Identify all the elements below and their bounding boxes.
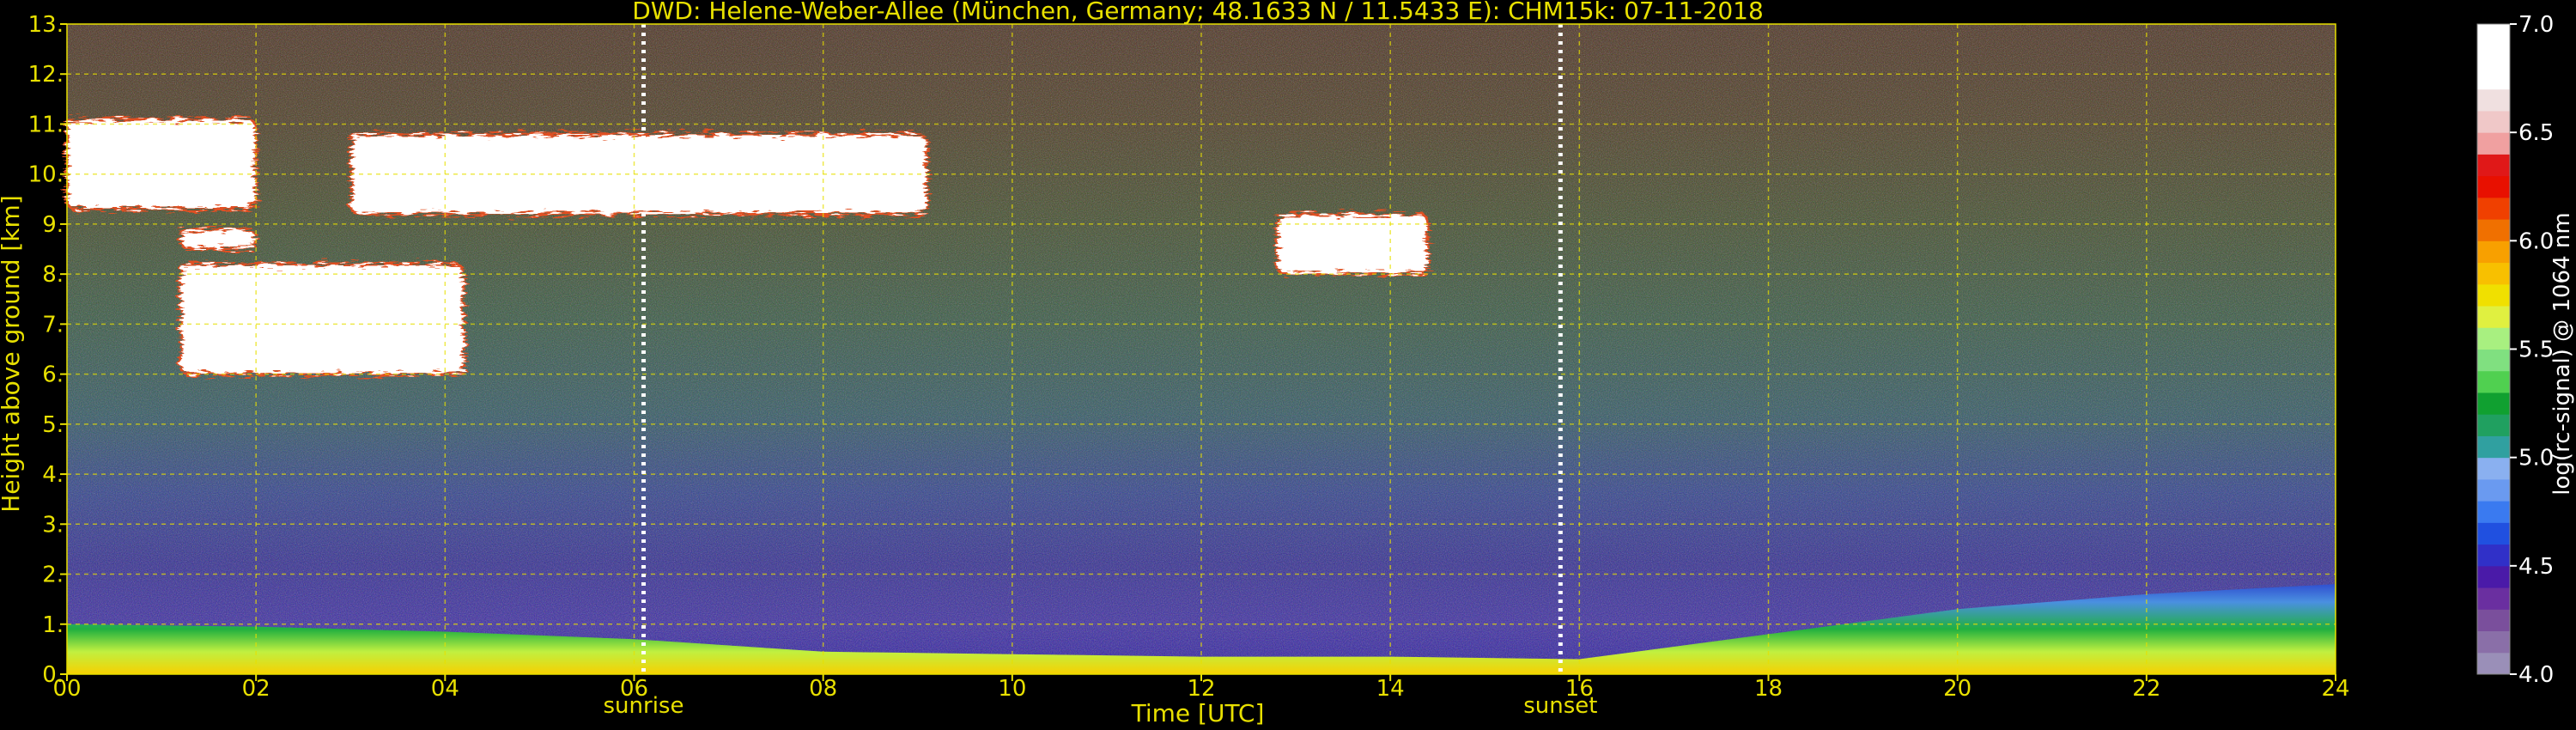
colorbar-segment	[2477, 175, 2510, 198]
colorbar-segment	[2477, 283, 2510, 307]
y-axis-label: Height above ground [km]	[0, 195, 25, 513]
chart-title: DWD: Helene-Weber-Allee (München, German…	[632, 0, 1764, 25]
y-tick-label: 13.	[28, 12, 64, 38]
y-tick-label: 0.	[42, 662, 64, 688]
x-tick-label: 20	[1943, 676, 1971, 702]
y-tick-label: 10.	[28, 162, 64, 188]
colorbar-segment	[2477, 370, 2510, 393]
y-tick-label: 8.	[42, 262, 64, 288]
colorbar-segment	[2477, 219, 2510, 241]
y-tick-label: 6.	[42, 362, 64, 388]
cloud-layer	[65, 118, 258, 210]
colorbar-segment	[2477, 522, 2510, 545]
x-tick-label: 02	[242, 676, 270, 702]
y-tick-label: 12.	[28, 62, 64, 88]
colorbar-tick-label: 6.5	[2518, 120, 2554, 146]
colorbar-segment	[2477, 501, 2510, 523]
colorbar-segment	[2477, 565, 2510, 588]
colorbar-segment	[2477, 652, 2510, 675]
x-tick-label: 06	[620, 676, 648, 702]
x-tick-label: 14	[1376, 676, 1405, 702]
colorbar-segment	[2477, 154, 2510, 177]
colorbar-segment	[2477, 478, 2510, 502]
colorbar-tick-label: 4.0	[2518, 662, 2554, 688]
y-tick-label: 4.	[42, 462, 64, 488]
x-tick-label: 10	[998, 676, 1026, 702]
colorbar: 4.04.55.05.56.06.57.0	[2476, 12, 2554, 688]
y-tick-label: 3.	[42, 512, 64, 538]
colorbar-segment	[2477, 262, 2510, 285]
x-tick-label: 12	[1187, 676, 1215, 702]
colorbar-segment	[2477, 24, 2510, 46]
cloud-layer	[179, 228, 258, 251]
x-tick-label: 08	[809, 676, 837, 702]
colorbar-segment	[2477, 67, 2510, 90]
y-tick-label: 9.	[42, 212, 64, 238]
x-tick-label: 22	[2132, 676, 2160, 702]
y-tick-label: 1.	[42, 612, 64, 638]
colorbar-segment	[2477, 88, 2510, 112]
x-tick-label: 18	[1754, 676, 1783, 702]
y-tick-label: 7.	[42, 312, 64, 338]
colorbar-label: log(rc-signal) @ 1064 nm	[2549, 212, 2575, 495]
colorbar-segment	[2477, 587, 2510, 610]
colorbar-segment	[2477, 544, 2510, 567]
colorbar-segment	[2477, 392, 2510, 415]
colorbar-segment	[2477, 609, 2510, 632]
colorbar-segment	[2477, 457, 2510, 480]
colorbar-segment	[2477, 132, 2510, 155]
y-tick-label: 5.	[42, 412, 64, 438]
colorbar-segment	[2477, 630, 2510, 654]
colorbar-segment	[2477, 327, 2510, 350]
colorbar-tick-label: 4.5	[2518, 554, 2554, 580]
y-tick-label: 11.	[28, 112, 64, 137]
colorbar-segment	[2477, 349, 2510, 372]
x-tick-label: 04	[431, 676, 459, 702]
colorbar-segment	[2477, 306, 2510, 328]
colorbar-segment	[2477, 240, 2510, 264]
x-tick-label: 24	[2321, 676, 2349, 702]
y-tick-label: 2.	[42, 563, 64, 588]
colorbar-segment	[2477, 46, 2510, 68]
colorbar-tick-label: 7.0	[2518, 12, 2554, 38]
colorbar-segment	[2477, 414, 2510, 436]
x-tick-label: 16	[1565, 676, 1594, 702]
x-axis-label: Time [UTC]	[1131, 699, 1265, 727]
ceilometer-chart: sunrise sunset 00 02 04 06 08 10 12 14 16 18 20 22 24…	[0, 0, 2575, 727]
cloud-layer	[1275, 212, 1430, 276]
colorbar-segment	[2477, 197, 2510, 220]
colorbar-segment	[2477, 110, 2510, 133]
cloud-layer	[179, 263, 465, 376]
colorbar-segment	[2477, 435, 2510, 459]
